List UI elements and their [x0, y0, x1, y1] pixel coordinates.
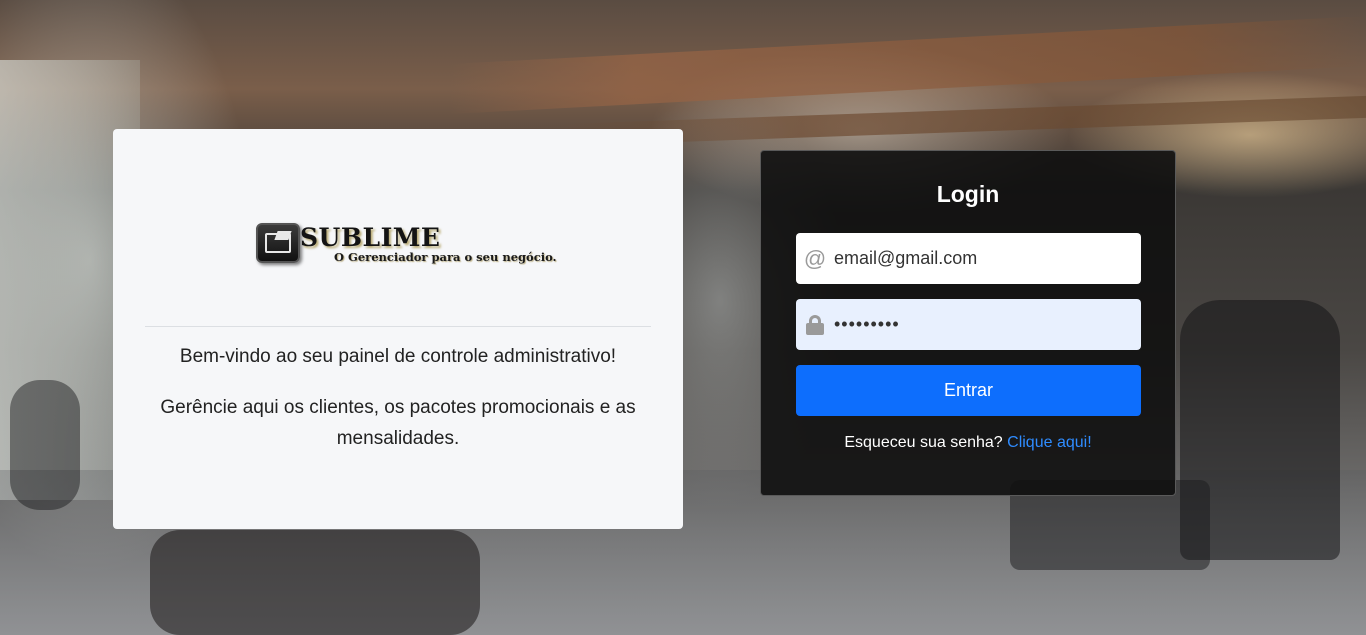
email-field[interactable] [834, 233, 1141, 284]
password-field[interactable] [834, 299, 1141, 350]
email-field-container: @ [796, 233, 1141, 284]
password-field-container [796, 299, 1141, 350]
description-text: Gerêncie aqui os clientes, os pacotes pr… [160, 397, 636, 449]
welcome-card: SUBLIME O Gerenciador para o seu negócio… [113, 129, 683, 529]
at-icon: @ [803, 245, 827, 271]
background-machine [10, 380, 80, 510]
forgot-password-label: Esqueceu sua senha? [844, 434, 1003, 451]
lock-icon [796, 314, 834, 335]
brand-name: SUBLIME [300, 223, 441, 252]
brand-logo: SUBLIME O Gerenciador para o seu negócio… [256, 223, 557, 273]
brand-tagline: O Gerenciador para o seu negócio. [334, 250, 557, 264]
login-card: Login @ Entrar Esqueceu sua senha? Cliqu… [760, 150, 1176, 496]
background-machine [150, 530, 480, 635]
login-button[interactable]: Entrar [796, 365, 1141, 416]
background-beam [450, 15, 1366, 115]
divider [145, 326, 651, 327]
forgot-password-text: Esqueceu sua senha? Clique aqui! [761, 434, 1175, 452]
folder-icon [256, 223, 300, 263]
login-title: Login [936, 181, 1000, 207]
welcome-text: Bem-vindo ao seu painel de controle admi… [179, 346, 617, 367]
forgot-password-link[interactable]: Clique aqui! [1007, 434, 1092, 451]
